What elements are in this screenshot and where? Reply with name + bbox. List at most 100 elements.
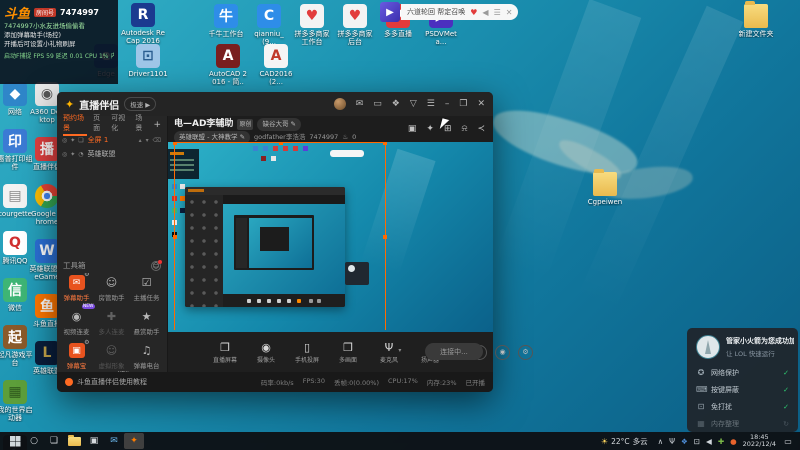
mail-button[interactable]: ✉ [104,433,124,449]
capture-handle[interactable] [173,235,177,239]
tool-settings-icon[interactable]: ⚙ [84,339,89,346]
avatar[interactable] [333,98,346,110]
titlebar-icon[interactable]: ✉ [356,99,364,109]
app-icon-label: Autodesk ReCap 2016 [121,29,165,45]
booster-item[interactable]: ⊡ 免打扰 ✓ [696,398,789,415]
app-icon: ♥ [343,4,367,28]
toolbox-title: 工具箱 [63,261,86,270]
capture-handle[interactable] [383,142,387,145]
assistant-icon[interactable]: ☺ [151,259,162,271]
volume-icon[interactable]: ◀ [482,8,488,17]
playlist-icon[interactable]: ☰ [494,8,501,17]
app-icon: R [131,3,155,27]
connect-button[interactable]: 连接中... [425,343,483,360]
app-icon [35,184,59,208]
toolbar-button[interactable]: ❐ 直播屏幕 [210,341,240,364]
close-icon[interactable]: ✕ [506,8,513,17]
maximize-button[interactable]: ❐ [459,99,467,109]
toolbar-button[interactable]: Ψ ▾ 麦克风 [374,341,404,364]
lock-icon[interactable]: ✦ [426,124,434,134]
titlebar-icon[interactable]: ▽ [410,99,417,109]
search-button[interactable]: ○ [24,433,44,449]
desktop-icon[interactable]: ⊡ Driver1101 [128,44,168,78]
desktop-icon[interactable]: 新建文件夹 [733,1,779,38]
toolbox-item[interactable]: ☑ 主播任务 [129,275,164,309]
bell-icon[interactable]: ⍾ [461,124,467,134]
app-icon-label: AutoCAD 2016 - 简.. [209,70,247,86]
tray-icon[interactable]: ✚ [718,437,724,446]
action-center-button[interactable]: ▭ [780,437,796,446]
desktop-icon[interactable]: ▦ 我的世界启动器 [0,380,33,422]
toolbox-item[interactable]: ▣ ⚙ 弹幕宝 [59,339,94,372]
tray-icon[interactable]: ⊡ [694,437,700,446]
toolbox-item[interactable]: ✚ 多人连麦 [94,309,129,343]
desktop-icon[interactable]: Cgpeiwen [582,169,628,206]
active-app-button[interactable]: ✦ [124,433,144,449]
desktop-icon[interactable]: R Autodesk ReCap 2016 [120,3,166,45]
stream-subtitle-pill[interactable]: 缺谷大哥 ✎ [257,118,301,131]
app-icon: 印 [3,129,27,153]
lock-icon[interactable]: ✦ [70,151,75,158]
booster-item[interactable]: ⌨ 按键屏蔽 ✓ [696,381,789,398]
add-scene-button[interactable]: + [153,120,161,130]
taskbar-clock[interactable]: 18:45 2022/12/4 [743,434,776,448]
capture-handle[interactable] [173,142,177,145]
desktop-icon[interactable]: A CAD2016(2... [256,44,296,86]
toolbar-circle-button[interactable]: ⚙ [518,344,533,360]
scene-controls[interactable]: ▴ ▾ ⌫ [139,137,162,144]
tray-icon[interactable]: ❖ [681,437,688,446]
booster-item[interactable]: ✪ 网络保护 ✓ [696,364,789,381]
dropdown-caret[interactable]: ▾ [398,344,401,357]
close-button[interactable]: ✕ [477,99,485,109]
eye-icon[interactable]: ◎ [62,151,67,158]
weather-widget[interactable]: ☀ 22°C 多云 [601,436,648,447]
toolbar-button[interactable]: ▯ 手机投屏 [292,341,322,364]
mode-pill[interactable]: 极速 ▶ [124,97,157,111]
booster-item-label: 内存整理 [711,419,739,428]
toolbox-item[interactable]: ☺ 虚拟形象 [94,343,129,372]
titlebar-icon[interactable]: ▭ [373,99,382,109]
toolbox-item[interactable]: ☺ 房管助手 [94,275,129,309]
store-button[interactable]: ▣ [84,433,104,449]
toolbar-button[interactable]: ◉ 摄像头 [251,341,281,364]
tray-icon[interactable]: ● [730,437,737,446]
toolbox-item[interactable]: ◉ NEW 视频连麦 [59,304,95,343]
tool-settings-icon[interactable]: ⚙ [84,273,89,278]
stream-osd-overlay: 斗鱼 房间号 7474997 7474997小水友进场偷偷看 添加弹幕助手(场控)… [0,0,118,84]
eye-icon[interactable]: ◎ [62,137,67,144]
like-icon[interactable]: ♥ [470,8,477,17]
share-icon[interactable]: ≺ [477,124,485,134]
edit-icon[interactable]: ✎ [291,120,296,128]
tutorial-link[interactable]: 斗鱼直播伴侣使用教程 [65,377,147,387]
minimize-button[interactable]: – [445,99,450,109]
start-button[interactable] [4,433,24,449]
toolbar-circle-button[interactable]: ◉ [495,344,510,360]
desktop-icon[interactable]: C qianniu_(9... [249,4,289,46]
capture-handle[interactable] [279,142,283,145]
lock-icon[interactable]: ✦ [70,137,75,144]
capture-region[interactable] [173,142,387,330]
desktop-icon[interactable]: 牛 千牛工作台 [206,4,246,46]
scene-row[interactable]: ◎ ✦ ❏ 全屏 1 ▴ ▾ ⌫ [57,133,167,147]
toolbox-item[interactable]: ★ 悬赏助手 [129,309,164,343]
music-player-icon[interactable]: ▶ [380,2,400,22]
titlebar-icon[interactable]: ❖ [392,99,400,109]
booster-item[interactable]: ▦ 内存整理 ↻ [696,415,789,432]
capture-handle[interactable] [383,235,387,239]
toolbar-button[interactable]: ❒ 多画面 [333,341,363,364]
toolbox-item[interactable]: ♫ 弹幕电台 [129,343,164,372]
tray-icon[interactable]: Ψ [669,437,675,446]
app-icon-glyph: R [137,7,149,23]
tray-icon[interactable]: ◀ [706,437,712,446]
desktop-icon[interactable]: ♥ 拼多多商家工作台 [292,4,332,46]
explorer-button[interactable] [64,433,84,449]
edit-icon[interactable]: ✎ [240,133,245,141]
desktop-icon[interactable]: ♥ 拼多多商家后台 [335,4,375,46]
titlebar-icon[interactable]: ☰ [427,99,435,109]
tray-icon[interactable]: ∧ [658,437,664,446]
desktop-icon[interactable]: A AutoCAD 2016 - 简.. [208,44,248,86]
booster-item-status: ✓ [783,402,789,411]
scene-row[interactable]: ◎ ✦ ◔ 英雄联盟 [57,147,167,161]
gift-icon[interactable]: ▣ [408,124,417,134]
taskview-button[interactable]: ❏ [44,433,64,449]
